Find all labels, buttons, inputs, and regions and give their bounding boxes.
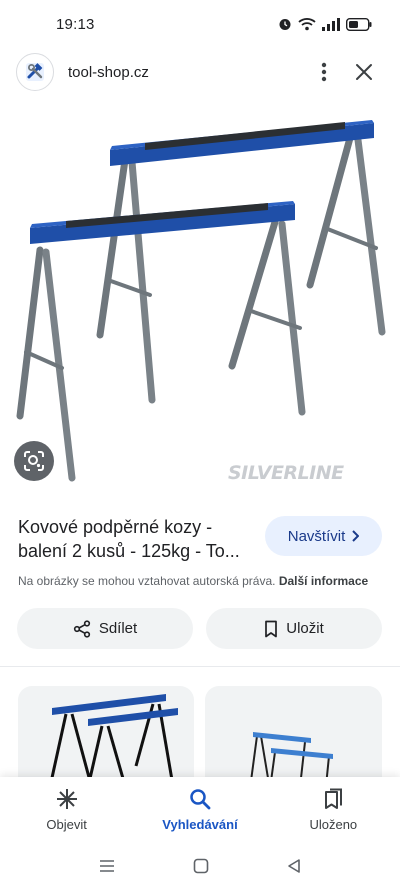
more-vert-icon [321,62,327,82]
chevron-right-icon [352,530,360,542]
bookmark-icon [265,620,278,637]
hammer-wrench-icon [26,63,44,81]
more-info-link[interactable]: Další informace [279,574,368,588]
signal-icon [322,17,340,31]
lens-search-button[interactable] [14,441,54,481]
nav-search-label: Vyhledávání [162,817,238,832]
status-bar: 19:13 [0,0,400,48]
result-title[interactable]: Kovové podpěrné kozy - balení 2 kusů - 1… [18,515,258,563]
bottom-navigation: Objevit Vyhledávání Uloženo [0,777,400,843]
home-icon[interactable] [193,858,209,874]
result-title-line2: balení 2 kusů - 125kg - To... [18,541,240,561]
site-header: tool-shop.cz [0,48,400,96]
bookmarks-icon [325,788,343,809]
close-icon [356,64,372,80]
share-icon [73,619,90,638]
image-watermark: SILVERLINE [228,462,344,484]
result-title-line1: Kovové podpěrné kozy - [18,517,213,537]
alarm-icon [279,19,291,30]
result-image[interactable] [0,100,400,500]
asterisk-icon [56,789,77,809]
nav-saved[interactable]: Uloženo [267,777,400,843]
system-navigation [0,843,400,889]
share-button[interactable]: Sdílet [17,608,193,649]
save-label: Uložit [286,620,324,637]
nav-saved-label: Uloženo [309,817,358,832]
share-label: Sdílet [98,620,138,637]
search-icon [190,789,211,810]
back-icon[interactable] [287,858,301,874]
wifi-icon [298,18,316,31]
battery-icon [346,17,372,31]
site-name[interactable]: tool-shop.cz [68,64,304,81]
nav-search[interactable]: Vyhledávání [133,777,266,843]
nav-discover[interactable]: Objevit [0,777,133,843]
more-options-button[interactable] [304,52,344,92]
status-time: 19:13 [56,15,95,33]
divider [0,666,400,667]
sawhorse-image [16,120,386,482]
recent-apps-icon[interactable] [99,859,115,873]
save-button[interactable]: Uložit [206,608,382,649]
close-button[interactable] [344,52,384,92]
nav-discover-label: Objevit [46,817,87,832]
copyright-text: Na obrázky se mohou vztahovat autorská p… [18,574,276,588]
visit-button[interactable]: Navštívit [265,516,382,556]
status-icons [278,17,372,31]
lens-icon [24,451,44,471]
site-logo[interactable] [16,53,54,91]
copyright-notice: Na obrázky se mohou vztahovat autorská p… [18,574,368,588]
visit-label: Navštívit [287,527,346,545]
